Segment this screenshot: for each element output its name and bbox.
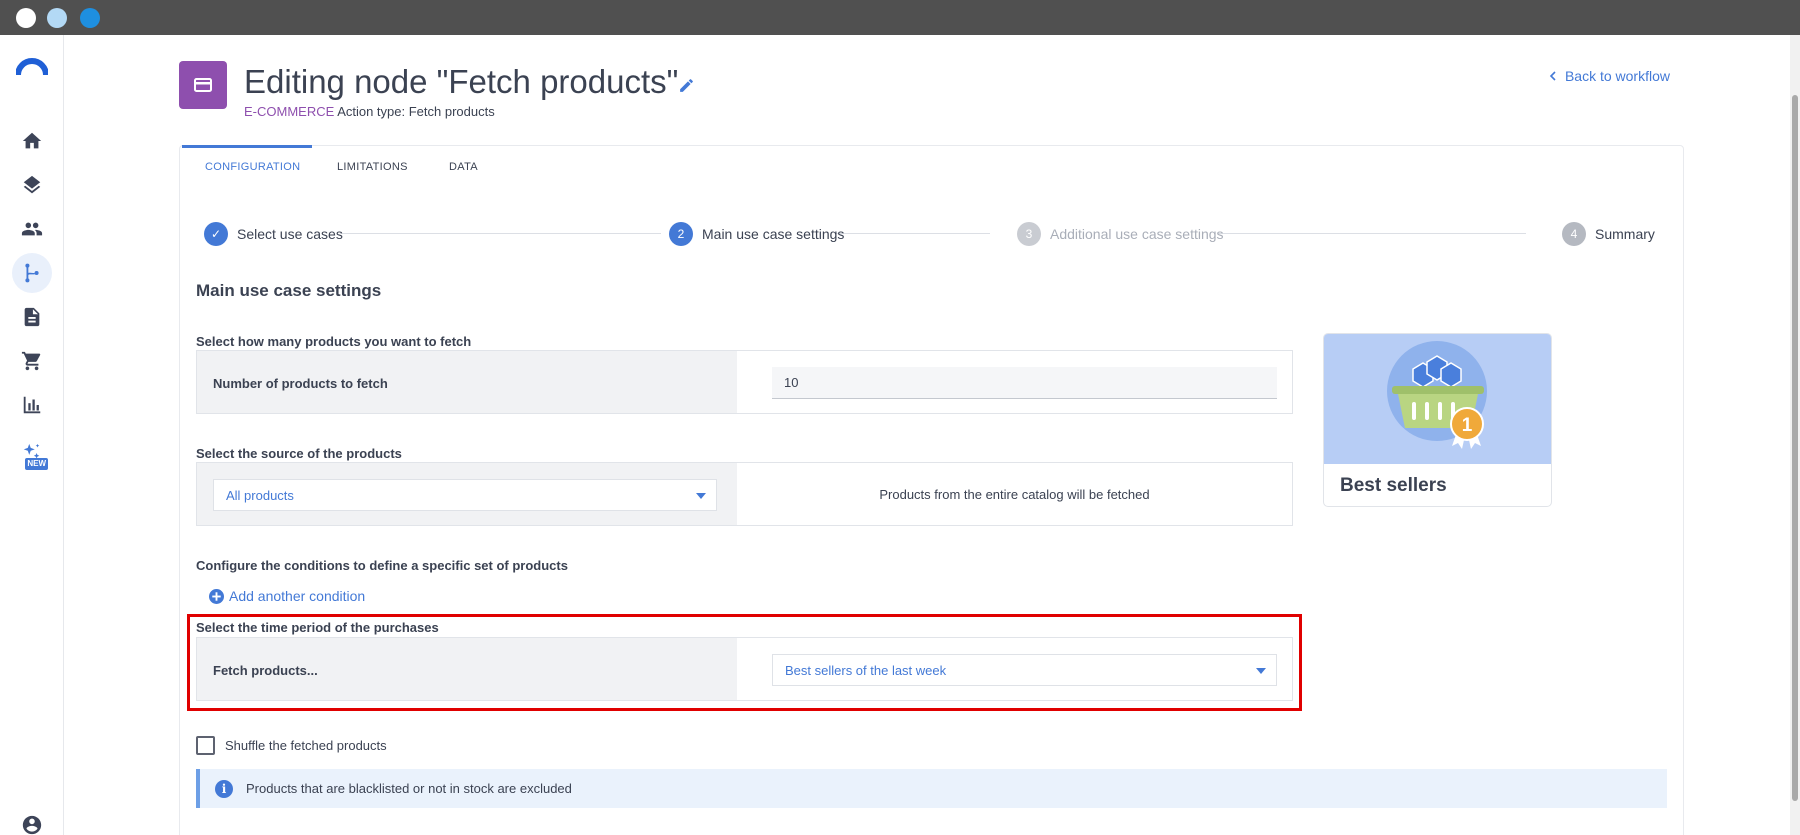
sidebar-item-documents[interactable] [12, 297, 52, 337]
window-close-button[interactable] [16, 8, 36, 28]
chart-icon [23, 396, 41, 414]
step-number: 2 [669, 222, 693, 246]
step-number: 4 [1562, 222, 1586, 246]
home-icon [22, 132, 42, 149]
account-icon [22, 815, 42, 835]
node-action-type: Action type: Fetch products [337, 104, 495, 119]
sidebar-item-ai[interactable]: NEW [12, 433, 52, 473]
step-number: 3 [1017, 222, 1041, 246]
count-row-label: Number of products to fetch [213, 376, 388, 391]
edit-name-icon[interactable] [678, 77, 695, 94]
people-icon [21, 222, 43, 236]
chevron-left-icon [1549, 71, 1556, 81]
tab-limitations[interactable]: LIMITATIONS [337, 161, 408, 173]
source-label: Select the source of the products [196, 446, 402, 461]
count-label: Select how many products you want to fet… [196, 334, 472, 349]
node-type-icon [179, 61, 227, 109]
shuffle-option[interactable]: Shuffle the fetched products [196, 736, 387, 755]
tab-configuration[interactable]: CONFIGURATION [205, 161, 300, 173]
cart-icon [21, 351, 41, 371]
wizard-stepper: ✓ Select use cases 2 Main use case setti… [180, 220, 1685, 250]
sidebar-item-ecommerce[interactable] [12, 341, 52, 381]
window-titlebar [0, 0, 1800, 35]
step-connector [835, 233, 990, 234]
step-check-icon: ✓ [204, 222, 228, 246]
document-icon [24, 307, 40, 327]
products-count-input[interactable]: 10 [772, 367, 1277, 399]
step-additional-settings: 3 Additional use case settings [1017, 222, 1224, 246]
window-minimize-button[interactable] [47, 8, 67, 28]
card-icon [194, 78, 212, 92]
sidebar-item-home[interactable] [12, 121, 52, 161]
sidebar: NEW [0, 35, 64, 835]
active-tab-indicator [182, 145, 312, 148]
plus-circle-icon [209, 588, 224, 604]
sidebar-item-analytics[interactable] [12, 385, 52, 425]
info-icon: i [215, 779, 233, 798]
count-row: Number of products to fetch 10 [196, 350, 1293, 414]
scrollbar-thumb[interactable] [1792, 95, 1798, 801]
source-row: All products Products from the entire ca… [196, 462, 1293, 526]
step-label: Select use cases [237, 226, 343, 242]
highlight-frame [187, 614, 1302, 711]
basket-medal-icon: 1 [1387, 341, 1487, 449]
node-category: E-COMMERCE [244, 104, 335, 119]
step-label: Additional use case settings [1050, 226, 1224, 242]
shuffle-label: Shuffle the fetched products [225, 738, 387, 753]
back-link-label: Back to workflow [1564, 68, 1670, 84]
sidebar-item-account[interactable] [12, 805, 52, 835]
sidebar-item-workflows[interactable] [12, 253, 52, 293]
info-text: Products that are blacklisted or not in … [246, 781, 572, 796]
new-badge: NEW [25, 458, 48, 470]
chevron-down-icon [696, 493, 706, 499]
layers-icon [23, 175, 41, 194]
conditions-label: Configure the conditions to define a spe… [196, 558, 568, 573]
window-maximize-button[interactable] [80, 8, 100, 28]
step-select-use-cases[interactable]: ✓ Select use cases [204, 222, 343, 246]
node-subtitle: E-COMMERCE Action type: Fetch products [244, 104, 495, 119]
section-title: Main use case settings [196, 281, 382, 300]
source-select-value: All products [226, 488, 294, 503]
step-label: Summary [1595, 226, 1655, 242]
sidebar-item-layers[interactable] [12, 165, 52, 205]
use-case-tile[interactable]: 1 Best sellers [1323, 333, 1552, 507]
app-logo[interactable] [16, 57, 48, 77]
sidebar-item-people[interactable] [12, 209, 52, 249]
step-summary: 4 Summary [1562, 222, 1655, 246]
step-label: Main use case settings [702, 226, 845, 242]
medal-number: 1 [1462, 415, 1473, 436]
shuffle-checkbox[interactable] [196, 736, 215, 755]
step-connector [340, 233, 661, 234]
info-banner: i Products that are blacklisted or not i… [196, 769, 1667, 808]
step-connector [1218, 233, 1526, 234]
back-to-workflow-link[interactable]: Back to workflow [1549, 68, 1670, 84]
source-select[interactable]: All products [213, 479, 717, 511]
source-description: Products from the entire catalog will be… [879, 486, 1150, 502]
page-scrollbar[interactable] [1790, 35, 1800, 835]
step-main-settings[interactable]: 2 Main use case settings [669, 222, 844, 246]
tile-title: Best sellers [1340, 475, 1447, 496]
best-sellers-illustration: 1 [1324, 334, 1551, 464]
workflow-icon [25, 263, 39, 283]
tab-data[interactable]: DATA [449, 161, 478, 173]
add-condition-button[interactable]: Add another condition [209, 588, 365, 604]
page-title: Editing node "Fetch products" [244, 63, 679, 100]
add-condition-label: Add another condition [229, 588, 366, 604]
